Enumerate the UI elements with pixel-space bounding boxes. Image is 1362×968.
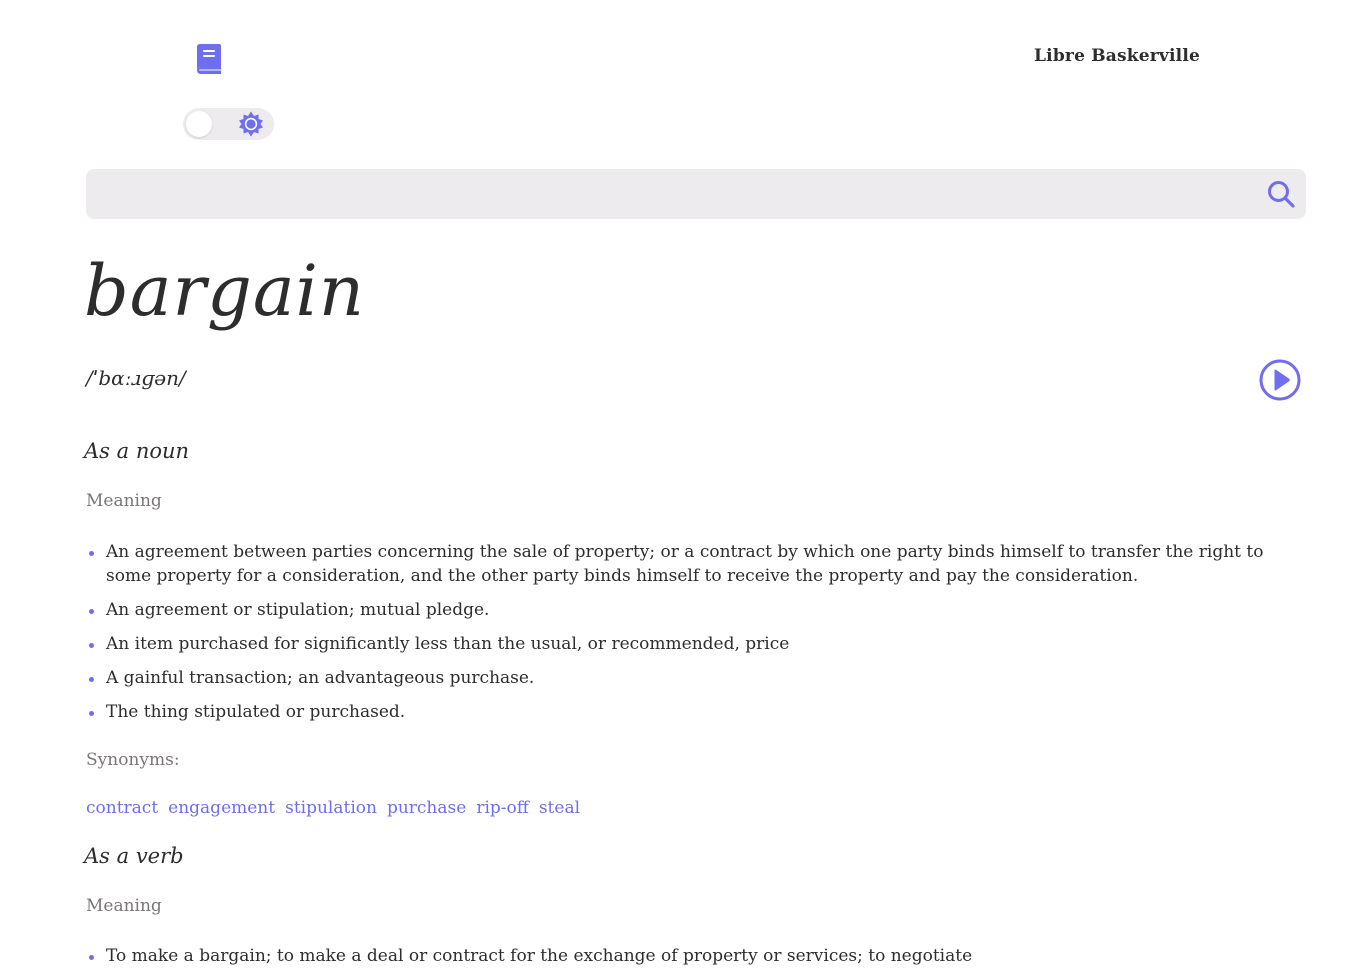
search-input[interactable] (104, 169, 1258, 221)
definition-item: An agreement or stipulation; mutual pled… (86, 598, 1266, 622)
synonym-link[interactable]: stipulation (285, 798, 377, 818)
bullet (89, 643, 94, 648)
bullet (89, 677, 94, 682)
book-icon[interactable] (193, 43, 223, 75)
search-bar (86, 169, 1306, 221)
theme-toggle[interactable] (183, 108, 274, 140)
synonym-link[interactable]: contract (86, 798, 158, 818)
definition-list-noun: An agreement between parties concerning … (86, 540, 1266, 734)
bullet (89, 609, 94, 614)
definition-item: An agreement between parties concerning … (86, 540, 1266, 588)
definition-list-verb: To make a bargain; to make a deal or con… (86, 944, 1266, 968)
phonetic: /ˈbɑːɹɡən/ (86, 366, 186, 390)
definition-text: An agreement or stipulation; mutual pled… (106, 600, 490, 620)
meaning-label: Meaning (86, 491, 162, 511)
definition-text: An item purchased for significantly less… (106, 634, 790, 654)
definition-item: An item purchased for significantly less… (86, 632, 1266, 656)
sun-icon (238, 111, 264, 137)
pos-heading-verb: As a verb (84, 844, 184, 868)
definition-item: To make a bargain; to make a deal or con… (86, 944, 1266, 968)
definition-text: An agreement between parties concerning … (106, 542, 1264, 586)
synonym-link[interactable]: steal (539, 798, 580, 818)
definition-item: The thing stipulated or purchased. (86, 700, 1266, 724)
bullet (89, 955, 94, 960)
synonym-link[interactable]: purchase (387, 798, 466, 818)
pos-heading-noun: As a noun (84, 439, 190, 463)
font-selector[interactable]: Libre Baskerville (1030, 46, 1200, 66)
definition-text: The thing stipulated or purchased. (106, 702, 406, 722)
synonym-link[interactable]: rip-off (476, 798, 529, 818)
play-icon[interactable] (1259, 359, 1301, 401)
bullet (89, 711, 94, 716)
synonyms-list: contract engagement stipulation purchase rip… (86, 798, 590, 818)
definition-text: A gainful transaction; an advantageous p… (106, 668, 535, 688)
toggle-knob (186, 111, 212, 137)
definition-item: A gainful transaction; an advantageous p… (86, 666, 1266, 690)
word-title: bargain (84, 250, 366, 332)
meaning-label: Meaning (86, 896, 162, 916)
bullet (89, 551, 94, 556)
synonyms-label: Synonyms: (86, 750, 180, 770)
search-icon[interactable] (1266, 179, 1296, 209)
definition-text: To make a bargain; to make a deal or con… (106, 946, 973, 966)
synonym-link[interactable]: engagement (168, 798, 275, 818)
